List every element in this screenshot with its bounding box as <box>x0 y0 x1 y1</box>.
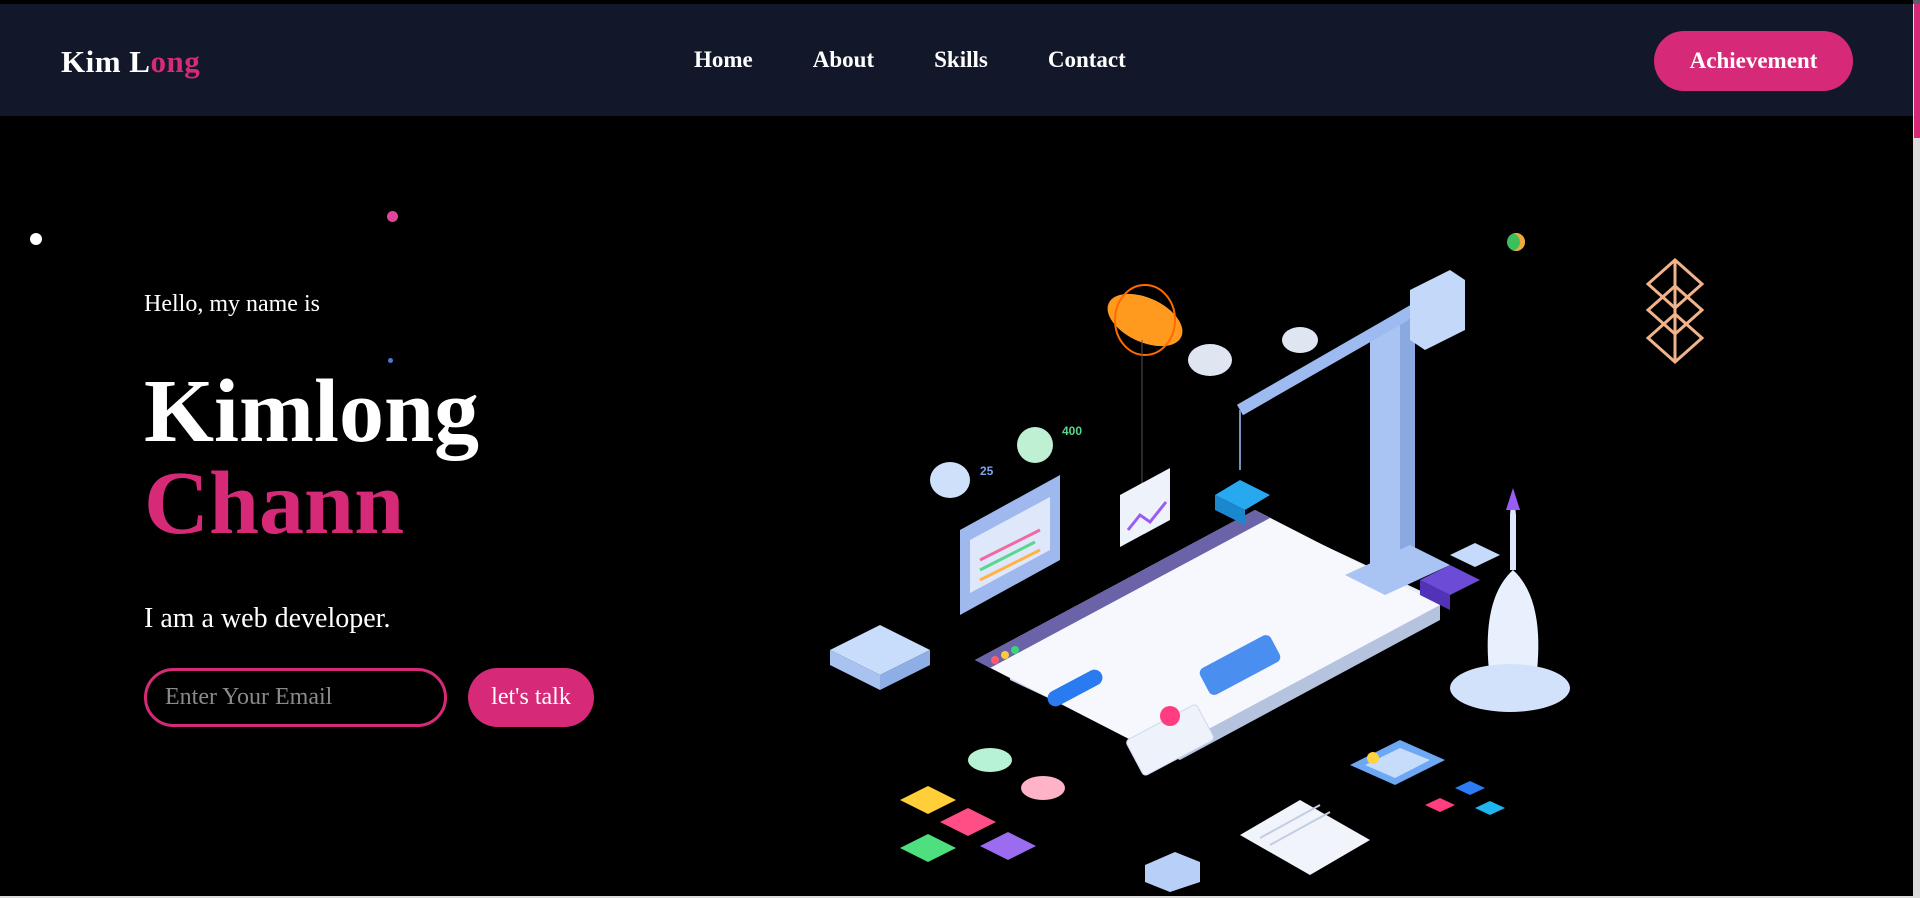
brand-text-part1: Kim L <box>61 44 151 79</box>
brand-logo[interactable]: Kim Long <box>61 44 200 80</box>
hero-greeting: Hello, my name is <box>144 291 320 317</box>
illustration-number-25: 25 <box>980 464 994 478</box>
isometric-web-illustration: 25 400 <box>830 270 1570 892</box>
main-nav: Home About Skills Contact <box>694 47 1126 73</box>
scrollbar-thumb[interactable] <box>1914 4 1920 138</box>
achievement-button[interactable]: Achievement <box>1654 31 1853 91</box>
nav-link-contact[interactable]: Contact <box>1048 47 1126 73</box>
page: Kim Long Home About Skills Contact Achie… <box>0 0 1913 896</box>
diamond-decoration-icon <box>1645 257 1705 365</box>
decor-dot-pink <box>387 211 398 222</box>
hero-first-name: Kimlong <box>144 362 480 461</box>
lets-talk-button[interactable]: let's talk <box>468 668 594 727</box>
nav-link-skills[interactable]: Skills <box>934 47 988 73</box>
page-scrollbar[interactable] <box>1913 4 1920 898</box>
nav-link-about[interactable]: About <box>813 47 874 73</box>
hero-last-name: Chann <box>144 454 405 553</box>
decor-dot-white <box>30 233 42 245</box>
nav-link-home[interactable]: Home <box>694 47 753 73</box>
email-input[interactable] <box>144 668 447 727</box>
hero-tagline: I am a web developer. <box>144 603 391 634</box>
illustration-number-400: 400 <box>1062 424 1082 438</box>
navbar: Kim Long Home About Skills Contact Achie… <box>0 4 1913 116</box>
brand-text-part2: ong <box>150 44 201 79</box>
